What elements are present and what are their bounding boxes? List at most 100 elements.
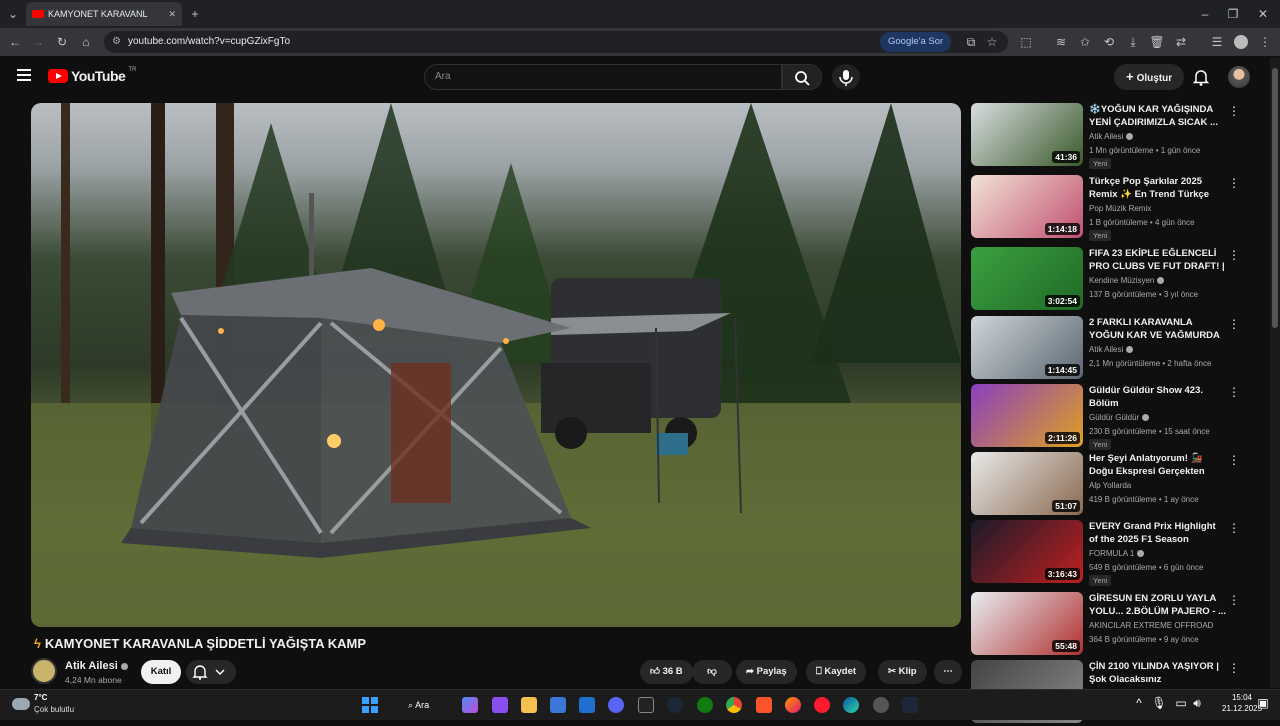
scrollbar[interactable] [1270,58,1280,688]
recommended-video-item[interactable]: 55:48 GİRESUN EN ZORLU YAYLA YOLU... 2.BÖ… [970,592,1250,658]
install-icon[interactable]: ⧉ [962,28,980,56]
recommended-video-item[interactable]: 1:14:45 2 FARKLI KARAVANLA YOĞUN KAR VE Y… [970,316,1250,382]
recommended-channel-name[interactable]: FORMULA 1 [1089,549,1145,558]
recommended-channel-name[interactable]: Alp Yollarda [1089,481,1131,490]
share-button[interactable]: ➦ Paylaş [736,660,797,684]
delete-icon[interactable]: 🗑 [1148,28,1166,56]
url-field[interactable]: ⚙ youtube.com/watch?v=cupGZixFgTo [104,31,1008,53]
weather-cloud-icon[interactable] [12,698,30,710]
taskbar-search[interactable]: ⌕ Ara [398,695,450,715]
recommended-video-title[interactable]: FIFA 23 EKİPLE EĞLENCELİ PRO CLUBS VE FU… [1089,247,1227,273]
recommended-video-item[interactable]: 51:07 Her Şeyi Anlatıyorum! 🚂 Doğu Ekspre… [970,452,1250,518]
reload-icon[interactable]: ↻ [53,28,71,56]
epic-games-icon[interactable] [638,697,654,713]
volume-icon[interactable]: 🔊︎ [1188,689,1206,717]
copilot-icon[interactable] [462,697,478,713]
edge-icon[interactable] [843,697,859,713]
tray-overflow-icon[interactable]: ^ [1130,689,1148,717]
opera-icon[interactable] [814,697,830,713]
subscribe-bell-button[interactable] [186,660,236,684]
windows-start-icon[interactable] [362,697,378,713]
google-ask-button[interactable]: Google'a Sor [880,32,952,52]
like-button[interactable]: 👍︎ 36 B [640,660,693,684]
sidebar-icon[interactable]: ☰ [1208,28,1226,56]
video-thumbnail[interactable]: 2:11:26 [971,384,1083,447]
more-options-icon[interactable]: ⋮ [1228,593,1240,607]
discord-icon[interactable] [608,697,624,713]
recommended-video-title[interactable]: ÇİN 2100 YILINDA YAŞIYOR | Şok Olacaksın… [1089,660,1227,686]
translate-icon[interactable]: ⇄ [1172,28,1190,56]
scrollbar-thumb[interactable] [1272,68,1278,328]
extensions-icon[interactable]: ⬚ [1017,28,1035,56]
tab-close-icon[interactable]: ✕ [168,9,176,20]
more-options-icon[interactable]: ⋮ [1228,104,1240,118]
recommended-video-title[interactable]: 2 FARKLI KARAVANLA YOĞUN KAR VE YAĞMURDA… [1089,316,1227,342]
more-options-icon[interactable]: ⋮ [1228,385,1240,399]
new-tab-icon[interactable]: + [186,0,204,28]
channel-name[interactable]: Atik Ailesi [65,660,128,672]
recommended-channel-name[interactable]: AKINCILAR EXTREME OFFROAD [1089,621,1213,630]
search-input[interactable]: Ara [424,64,782,90]
minimize-icon[interactable]: – [1196,0,1214,28]
video-player[interactable] [31,103,961,627]
video-thumbnail[interactable]: 1:14:45 [971,316,1083,379]
recommended-channel-name[interactable]: Atik Ailesi [1089,345,1134,354]
tab-groups-icon[interactable]: ≋ [1052,28,1070,56]
more-options-icon[interactable]: ⋮ [1228,176,1240,190]
history-icon[interactable]: ⟲ [1100,28,1118,56]
browser-tab[interactable]: KAMYONET KARAVANL ✕ [26,2,182,26]
recommended-video-title[interactable]: EVERY Grand Prix Highlight of the 2025 F… [1089,520,1227,546]
dislike-button[interactable]: 👎︎ [692,660,732,684]
recommended-video-title[interactable]: Türkçe Pop Şarkılar 2025 Remix ✨ En Tren… [1089,175,1227,201]
create-button[interactable]: + Oluştur [1114,64,1185,90]
more-options-icon[interactable]: ⋮ [1228,521,1240,535]
site-info-icon[interactable]: ⚙ [112,31,121,53]
microsoft-store-icon[interactable] [550,697,566,713]
back-icon[interactable]: ← [6,28,24,56]
account-avatar[interactable] [1228,66,1250,88]
recommended-channel-name[interactable]: Güldür Güldür [1089,413,1150,422]
video-thumbnail[interactable]: 1:14:18 [971,175,1083,238]
video-thumbnail[interactable]: 41:36 [971,103,1083,166]
voice-search-button[interactable] [832,64,860,90]
video-thumbnail[interactable]: 3:02:54 [971,247,1083,310]
more-options-icon[interactable]: ⋮ [1228,317,1240,331]
video-thumbnail[interactable]: 55:48 [971,592,1083,655]
bookmark-star-icon[interactable]: ☆ [983,28,1001,56]
recommended-channel-name[interactable]: Kendine Müzisyen [1089,276,1165,285]
chrome-icon[interactable] [726,697,742,713]
close-window-icon[interactable]: ✕ [1254,0,1272,28]
recommended-video-item[interactable]: 1:14:18 Türkçe Pop Şarkılar 2025 Remix ✨ … [970,175,1250,241]
recommended-video-item[interactable]: 3:02:54 FIFA 23 EKİPLE EĞLENCELİ PRO CLUB… [970,247,1250,313]
hamburger-menu-icon[interactable] [17,69,31,81]
profile-icon[interactable] [1234,35,1248,49]
recommended-video-item[interactable]: 3:16:43 EVERY Grand Prix Highlight of the… [970,520,1250,586]
recommended-channel-name[interactable]: Atik Ailesi [1089,132,1134,141]
recommended-video-title[interactable]: GİRESUN EN ZORLU YAYLA YOLU... 2.BÖLÜM P… [1089,592,1227,618]
steam-app-icon[interactable] [902,697,918,713]
forward-icon[interactable]: → [29,28,47,56]
steam-icon[interactable] [667,697,683,713]
more-actions-button[interactable]: ⋯ [934,660,962,684]
browser-menu-icon[interactable]: ⋮ [1256,28,1274,56]
system-clock[interactable]: 15:04 21.12.2025 [1222,692,1262,714]
more-options-icon[interactable]: ⋮ [1228,248,1240,262]
recommended-channel-name[interactable]: Pop Müzik Remix [1089,204,1151,213]
notifications-bell-icon[interactable] [1192,68,1210,91]
recommended-video-title[interactable]: Güldür Güldür Show 423. Bölüm [1089,384,1227,410]
channel-avatar[interactable] [31,658,57,684]
favorites-icon[interactable]: ✩ [1076,28,1094,56]
restore-icon[interactable]: ❐ [1224,0,1242,28]
brave-icon[interactable] [756,697,772,713]
join-button[interactable]: Katıl [141,660,181,684]
file-explorer-icon[interactable] [521,697,537,713]
youtube-logo[interactable]: YouTube TR [48,67,136,84]
clip-button[interactable]: ✂ Klip [878,660,927,684]
downloads-icon[interactable]: ⤓ [1124,28,1142,56]
microphone-tray-icon[interactable]: 🎙︎ [1150,689,1168,717]
github-desktop-icon[interactable] [873,697,889,713]
recommended-video-title[interactable]: ❄️YOĞUN KAR YAĞIŞINDA YENİ ÇADIRIMIZLA S… [1089,103,1227,129]
recommended-video-title[interactable]: Her Şeyi Anlatıyorum! 🚂 Doğu Ekspresi Ge… [1089,452,1227,478]
recommended-video-item[interactable]: 41:36 ❄️YOĞUN KAR YAĞIŞINDA YENİ ÇADIRIMI… [970,103,1250,169]
more-options-icon[interactable]: ⋮ [1228,453,1240,467]
